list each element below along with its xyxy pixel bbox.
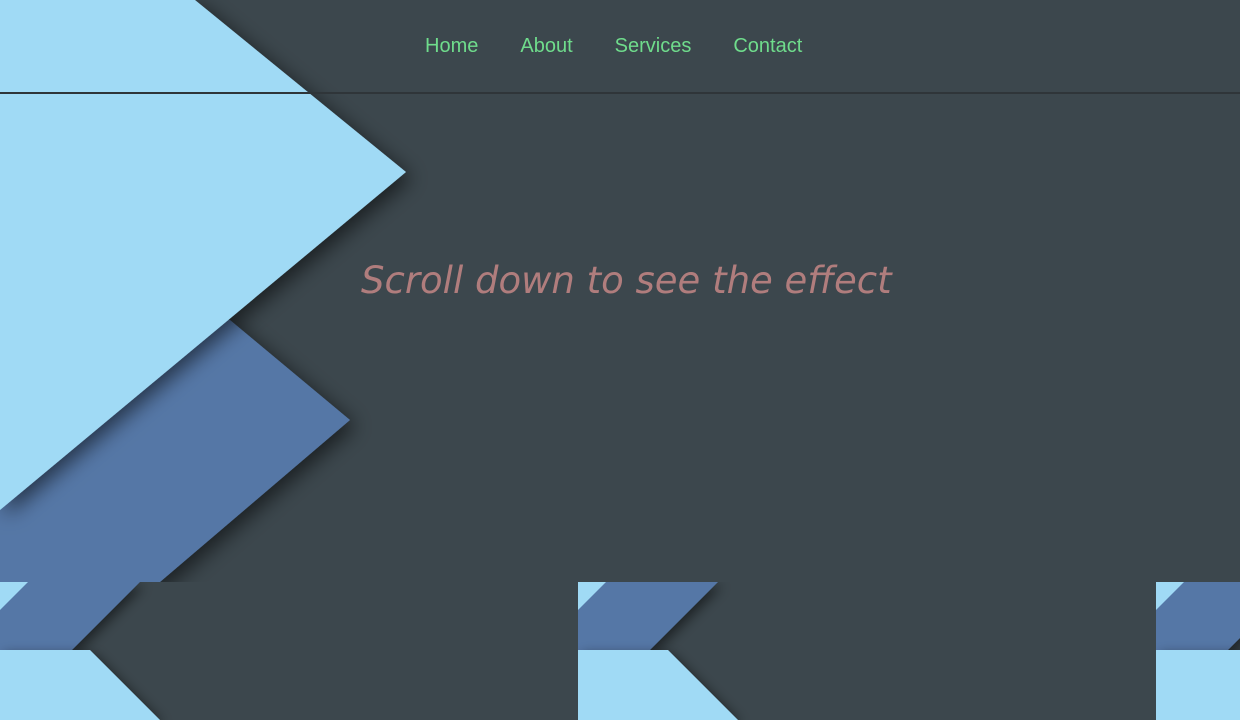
nav-link-contact[interactable]: Contact	[733, 33, 802, 59]
page-background	[0, 0, 1240, 720]
nav-links: Home About Services Contact	[425, 33, 802, 59]
hero-heading: Scroll down to see the effect	[361, 259, 892, 302]
nav-link-home[interactable]: Home	[425, 33, 478, 59]
nav-link-about[interactable]: About	[520, 33, 572, 59]
tile3-light-blue-shape	[1156, 650, 1240, 720]
nav-link-services[interactable]: Services	[615, 33, 692, 59]
top-navbar: Home About Services Contact	[0, 0, 1240, 94]
